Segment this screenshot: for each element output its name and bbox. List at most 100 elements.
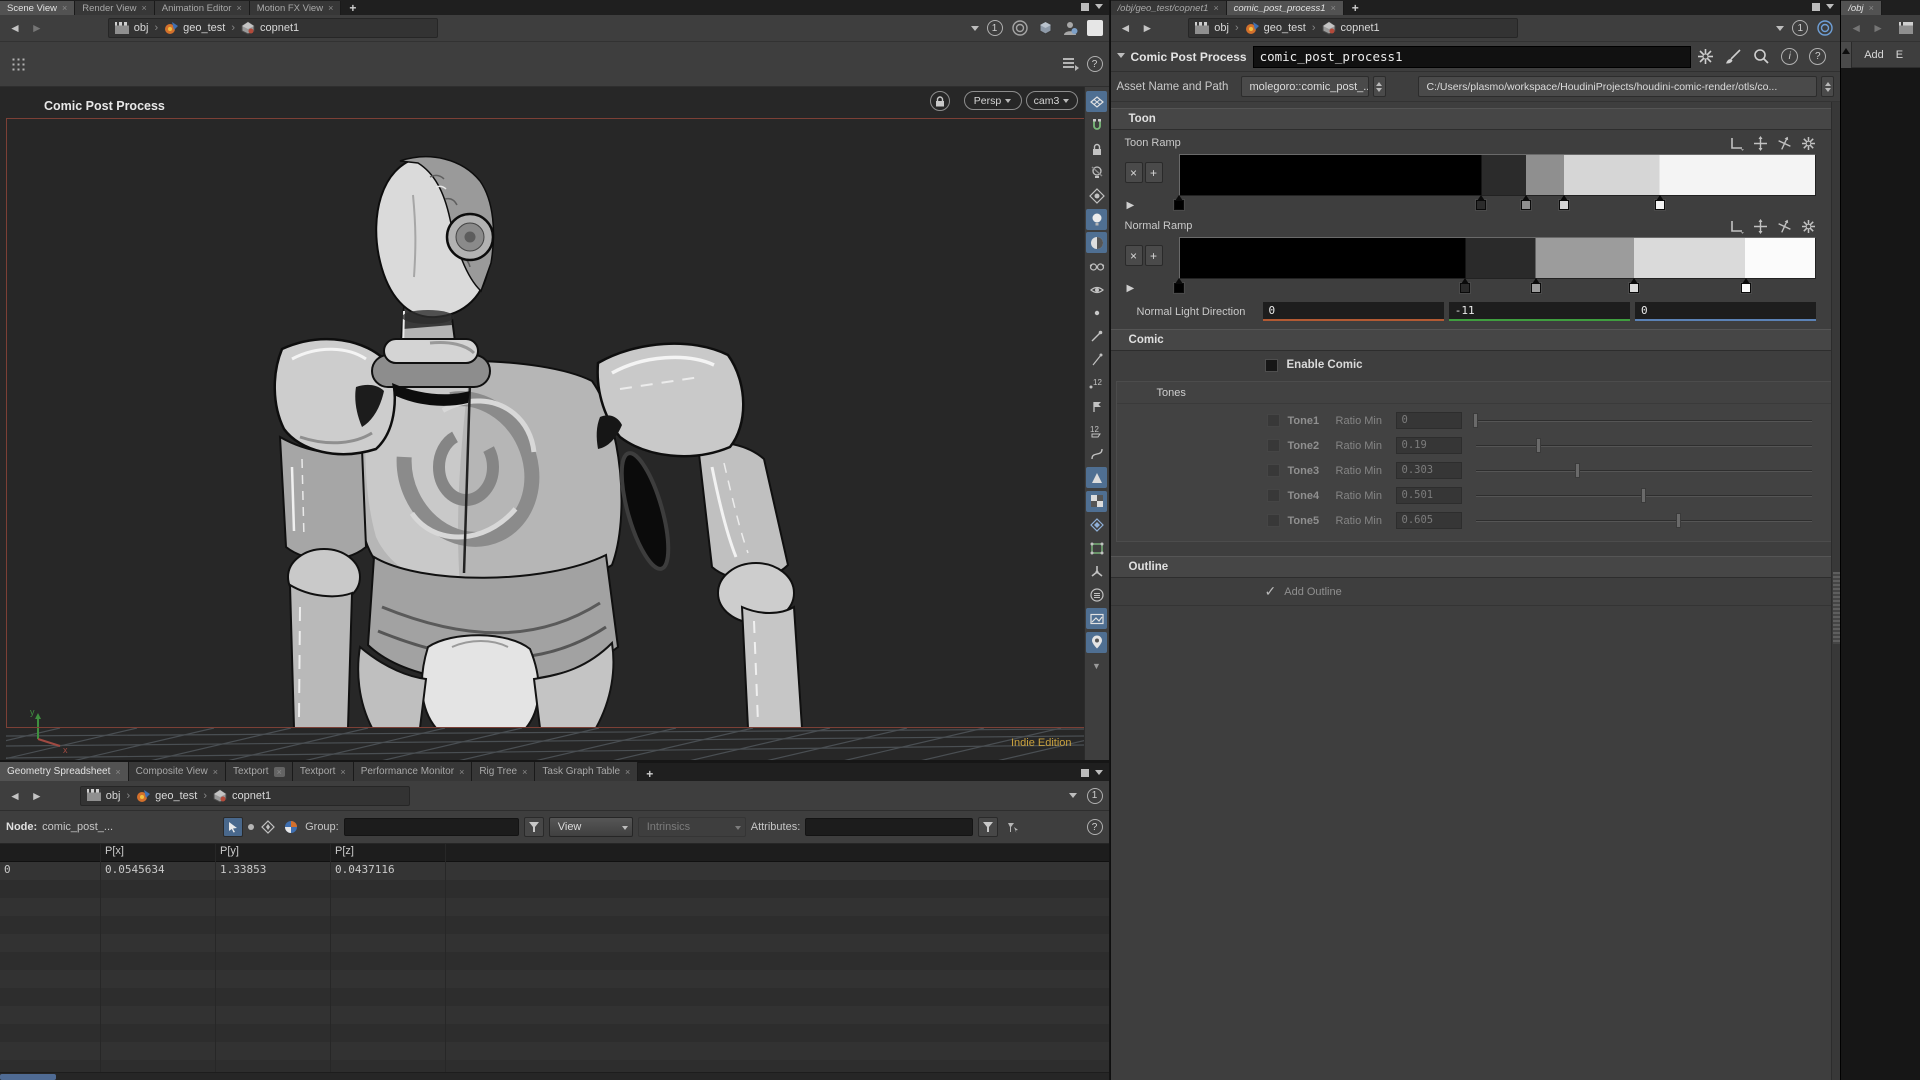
parameter-list-icon[interactable] [1062,57,1079,71]
attributes-input[interactable] [805,818,973,836]
tone5-checkbox[interactable] [1267,514,1280,527]
sync-selection-icon[interactable] [259,818,277,836]
follow-target-icon[interactable] [1011,19,1029,37]
pane-menu-icon[interactable] [1095,4,1103,13]
ramp-scale-icon[interactable] [1777,136,1792,151]
ramp-stop-handle[interactable] [1460,283,1470,293]
snap-icon[interactable] [1086,115,1107,136]
pane-menu-icon[interactable] [1826,4,1834,13]
light-direction-y-field[interactable]: -11 [1449,302,1630,321]
close-icon[interactable]: × [115,767,120,777]
close-icon[interactable]: × [213,767,218,777]
path-dropdown-icon[interactable] [1069,793,1077,802]
ramp-scale-icon[interactable] [1777,219,1792,234]
prim-numbers-icon[interactable]: 12 [1086,420,1107,441]
point-trails-icon[interactable] [1086,350,1107,371]
help-icon[interactable]: ? [1087,56,1103,72]
tab-comic-post-process1[interactable]: comic_post_process1 × [1227,1,1344,15]
tab-motion-fx-view[interactable]: Motion FX View × [250,1,342,15]
view-dropdown[interactable]: View [549,817,633,837]
high-quality-lighting-icon[interactable] [1086,209,1107,230]
breadcrumb-obj[interactable]: obj [1195,22,1229,35]
ramp-stop-handle[interactable] [1655,200,1665,210]
reflection-icon[interactable] [1086,514,1107,535]
column-header-px[interactable]: P[x] [100,844,215,861]
tab-composite-view[interactable]: Composite View× [129,762,226,781]
ramp-stop-handle[interactable] [1174,283,1184,293]
ramp-move-icon[interactable] [1753,136,1768,151]
network-scroll-strip[interactable] [1841,42,1852,68]
tone4-ratio-min-field[interactable]: 0.501 [1396,487,1462,504]
group-filter-button[interactable] [524,817,544,837]
camera-lock-button[interactable] [930,91,950,111]
maximize-pane-icon[interactable] [1081,769,1089,777]
ramp-stop-handle[interactable] [1521,200,1531,210]
group-input[interactable] [344,818,519,836]
new-tab-button[interactable]: + [1344,1,1367,15]
column-header-py[interactable]: P[y] [215,844,330,861]
checker-background-icon[interactable] [1086,491,1107,512]
tone3-ratio-min-field[interactable]: 0.303 [1396,462,1462,479]
normal-lighting-icon[interactable] [1086,185,1107,206]
toon-ramp-bar[interactable] [1179,154,1817,196]
back-icon[interactable]: ◄ [6,21,24,35]
xray-glasses-icon[interactable] [1086,256,1107,277]
color-swatch-icon[interactable] [1087,20,1103,36]
link-badge[interactable]: 1 [987,20,1003,36]
cone-display-icon[interactable] [1086,467,1107,488]
section-outline[interactable]: Outline [1111,556,1841,578]
tool-dots-handle-icon[interactable] [10,56,27,73]
camera-selector[interactable]: cam3 [1026,91,1078,110]
asset-name-spinner[interactable] [1373,76,1386,97]
cube-icon[interactable] [1037,20,1054,37]
breadcrumb-copnet1[interactable]: copnet1 [1322,21,1380,35]
headlight-off-icon[interactable] [1086,162,1107,183]
tab-textport-1[interactable]: Textport× [226,762,293,781]
tone2-checkbox[interactable] [1267,439,1280,452]
forward-icon[interactable]: ► [1869,21,1887,35]
network-editor-canvas[interactable] [1841,68,1920,1080]
close-icon[interactable]: × [1213,3,1218,13]
ramp-expand-toggle[interactable]: ▶ [1127,283,1135,294]
close-icon[interactable]: × [625,767,630,777]
tones-section-title[interactable]: Tones [1117,382,1835,404]
forward-icon[interactable]: ► [1138,21,1156,35]
tone3-ratio-min-slider[interactable] [1476,462,1813,479]
tab-animation-editor[interactable]: Animation Editor × [155,1,250,15]
enable-comic-checkbox[interactable] [1265,359,1278,372]
tone2-ratio-min-field[interactable]: 0.19 [1396,437,1462,454]
tone3-checkbox[interactable] [1267,464,1280,477]
attributes-pin-icon[interactable] [1003,818,1021,836]
normal-ramp-bar[interactable] [1179,237,1817,279]
parameter-scrollbar[interactable] [1831,102,1840,1080]
brush-icon[interactable] [1725,48,1742,65]
breadcrumb-copnet1[interactable]: copnet1 [213,789,271,803]
horizontal-scrollbar[interactable] [0,1072,1109,1080]
forward-icon[interactable]: ► [28,789,46,803]
tab-copnet-path[interactable]: /obj/geo_test/copnet1 × [1111,1,1227,15]
ramp-options-gear-icon[interactable] [1801,136,1816,151]
slider-handle[interactable] [1536,438,1541,453]
asset-name-dropdown[interactable]: molegoro::comic_post_... [1241,76,1369,97]
back-icon[interactable]: ◄ [1117,21,1135,35]
close-icon[interactable]: × [62,3,67,13]
maximize-pane-icon[interactable] [1081,3,1089,11]
tab-task-graph-table[interactable]: Task Graph Table× [535,762,638,781]
breadcrumb-geo-test[interactable]: geo_test [1245,21,1306,35]
projection-selector[interactable]: Persp [964,91,1022,110]
add-outline-checkbox[interactable]: ✓ [1265,583,1277,600]
ramp-add-point-button[interactable]: + [1145,245,1163,266]
light-direction-x-field[interactable]: 0 [1263,302,1444,321]
intrinsics-dropdown[interactable]: Intrinsics [638,817,746,837]
group-box-icon[interactable] [1086,538,1107,559]
collapse-icon[interactable] [1117,53,1125,62]
tone1-checkbox[interactable] [1267,414,1280,427]
close-icon[interactable]: × [522,767,527,777]
material-shading-icon[interactable] [1086,232,1107,253]
tone2-ratio-min-slider[interactable] [1476,437,1813,454]
gear-icon[interactable] [1697,48,1714,65]
new-tab-button[interactable]: + [341,1,364,15]
curve-hulls-icon[interactable] [1086,444,1107,465]
tone1-ratio-min-slider[interactable] [1476,412,1813,429]
forward-icon[interactable]: ► [28,21,46,35]
